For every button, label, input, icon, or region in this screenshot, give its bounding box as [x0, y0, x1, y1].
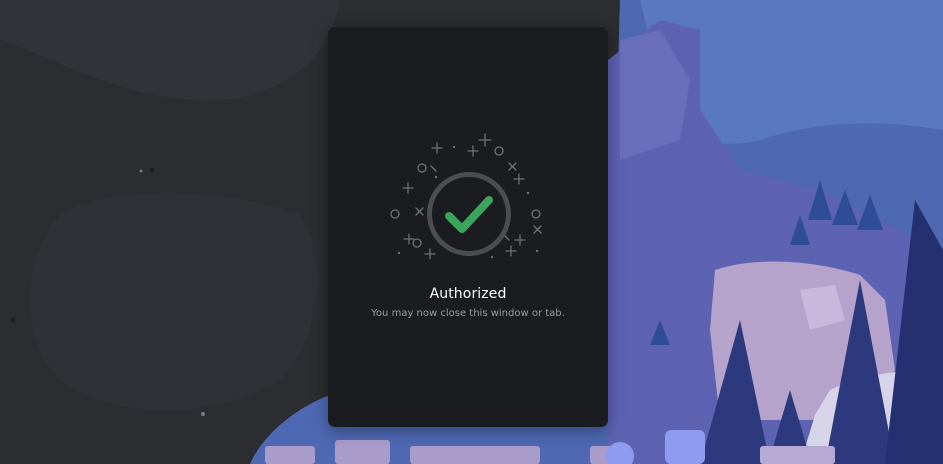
success-badge — [390, 133, 542, 260]
ring-sparkle — [412, 238, 422, 248]
dot-sparkle — [452, 145, 456, 149]
stone — [335, 440, 390, 464]
sparkle-decorations — [390, 133, 542, 260]
check-ring — [427, 172, 511, 256]
stone — [665, 430, 705, 464]
ring-sparkle — [390, 209, 400, 219]
x-sparkle — [508, 162, 517, 171]
dot-sparkle — [397, 251, 401, 255]
stone — [760, 446, 835, 464]
background-dot — [149, 167, 155, 173]
plus-sparkle — [513, 173, 525, 185]
plus-sparkle — [424, 248, 436, 260]
x-sparkle — [415, 207, 424, 216]
plus-sparkle — [514, 234, 526, 246]
background-dot — [201, 412, 205, 416]
dot-sparkle — [434, 175, 438, 179]
background-blob — [30, 192, 318, 410]
status-message: You may now close this window or tab. — [371, 308, 565, 319]
stone — [265, 446, 315, 464]
authorization-modal: Authorized You may now close this window… — [328, 27, 608, 427]
background-dot — [10, 317, 16, 323]
background-blob — [0, 0, 340, 100]
plus-sparkle — [505, 245, 517, 257]
dot-sparkle — [490, 255, 494, 259]
x-sparkle — [430, 165, 437, 172]
dot-sparkle — [526, 191, 530, 195]
plus-sparkle — [478, 133, 492, 147]
ring-sparkle — [417, 163, 427, 173]
background-dot — [139, 169, 143, 173]
x-sparkle — [533, 225, 542, 234]
plus-sparkle — [467, 145, 479, 157]
checkmark-icon — [445, 196, 493, 233]
ring-sparkle — [531, 209, 541, 219]
status-title: Authorized — [429, 286, 507, 302]
ring-sparkle — [494, 146, 504, 156]
plus-sparkle — [402, 182, 414, 194]
dot-sparkle — [535, 249, 539, 253]
plus-sparkle — [431, 142, 443, 154]
stone — [410, 446, 540, 464]
